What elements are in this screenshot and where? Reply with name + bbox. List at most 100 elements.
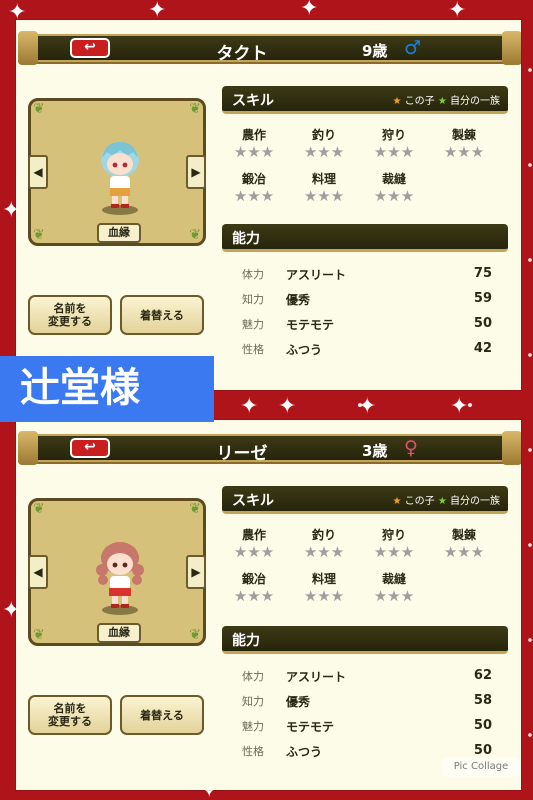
skill-label: 釣り bbox=[311, 128, 336, 142]
character-avatar bbox=[101, 142, 139, 215]
stat-row-stamina: 体力 アスリート 62 bbox=[242, 668, 492, 690]
stat-row-stamina: 体力 アスリート 75 bbox=[242, 266, 492, 288]
header-bar: ↩ タクト 9歳 ♂ bbox=[18, 31, 521, 65]
skill-stars: ★★★ bbox=[303, 587, 345, 605]
skill-label: 鍛冶 bbox=[241, 172, 266, 186]
bloodline-button[interactable]: 血縁 bbox=[97, 223, 141, 243]
skill-stars: ★★★ bbox=[373, 187, 415, 205]
back-arrow-icon: ↩ bbox=[84, 439, 96, 455]
skill-label: 狩り bbox=[381, 528, 406, 542]
sparkle-icon: ✦ bbox=[448, 0, 467, 23]
skill-label: 製錬 bbox=[451, 528, 476, 542]
leaf-icon: ❦ bbox=[189, 227, 201, 243]
header-cap-right bbox=[502, 431, 521, 465]
stat-value: ふつう bbox=[286, 745, 323, 759]
sparkle-icon: ✦ bbox=[148, 0, 167, 23]
skill-label: 狩り bbox=[381, 128, 406, 142]
stat-value: モテモテ bbox=[286, 720, 335, 734]
skill-hunting: 狩り ★★★ bbox=[362, 526, 426, 561]
arrow-right-icon: ▶ bbox=[191, 565, 201, 579]
back-button[interactable]: ↩ bbox=[70, 438, 110, 458]
skill-sewing: 裁縫 ★★★ bbox=[362, 570, 426, 605]
orange-star-icon: ★ bbox=[392, 96, 402, 107]
sparkle-icon: ✦ bbox=[240, 394, 259, 419]
stat-value: 優秀 bbox=[286, 293, 311, 307]
header-cap-left bbox=[18, 31, 38, 65]
skill-label: 製錬 bbox=[451, 128, 476, 142]
skills-title: スキル bbox=[232, 93, 274, 109]
bloodline-button[interactable]: 血縁 bbox=[97, 623, 141, 643]
watermark: Pic Collage bbox=[442, 757, 520, 777]
rename-button[interactable]: 名前を 変更する bbox=[28, 295, 112, 335]
header-cap-left bbox=[18, 431, 38, 465]
character-name: タクト bbox=[216, 44, 268, 64]
skill-label: 料理 bbox=[311, 172, 336, 186]
next-character-button[interactable]: ▶ bbox=[186, 555, 206, 589]
stat-number: 62 bbox=[473, 668, 492, 683]
legend-clan: 自分の一族 bbox=[450, 496, 500, 507]
skill-smelting: 製錬 ★★★ bbox=[432, 526, 496, 561]
change-clothes-button[interactable]: 着替える bbox=[120, 695, 204, 735]
character-age: 9歳 bbox=[362, 42, 388, 60]
stat-row-personality: 性格 ふつう 42 bbox=[242, 341, 492, 363]
skill-stars: ★★★ bbox=[233, 543, 275, 561]
skill-stars: ★★★ bbox=[233, 187, 275, 205]
skill-label: 農作 bbox=[241, 128, 266, 142]
stat-number: 59 bbox=[473, 291, 492, 306]
green-star-icon: ★ bbox=[437, 96, 447, 107]
prev-character-button[interactable]: ◀ bbox=[28, 555, 48, 589]
legend-this-child: この子 bbox=[404, 496, 435, 507]
stat-number: 75 bbox=[473, 266, 492, 281]
skill-stars: ★★★ bbox=[303, 543, 345, 561]
leaf-icon: ❦ bbox=[33, 101, 45, 117]
back-button[interactable]: ↩ bbox=[70, 38, 110, 58]
ability-header: 能力 bbox=[222, 626, 508, 654]
stat-label: 体力 bbox=[242, 268, 264, 281]
skills-title: スキル bbox=[232, 493, 274, 509]
next-character-button[interactable]: ▶ bbox=[186, 155, 206, 189]
skill-label: 鍛冶 bbox=[241, 572, 266, 586]
stat-label: 知力 bbox=[242, 695, 264, 708]
character-panel-2: ↩ リーゼ 3歳 ♀ ❦ ❦ ❦ ❦ ◀ ▶ 血縁 名前を 変更する 着替える … bbox=[16, 420, 521, 790]
skill-farming: 農作 ★★★ bbox=[222, 126, 286, 161]
stat-label: 体力 bbox=[242, 670, 264, 683]
skill-stars: ★★★ bbox=[373, 143, 415, 161]
portrait-frame: ❦ ❦ ❦ ❦ ◀ ▶ 血縁 bbox=[28, 498, 206, 646]
header-bar: ↩ リーゼ 3歳 ♀ bbox=[18, 431, 521, 465]
stat-value: 優秀 bbox=[286, 695, 311, 709]
skill-cooking: 料理 ★★★ bbox=[292, 570, 356, 605]
leaf-icon: ❦ bbox=[33, 627, 45, 643]
orange-star-icon: ★ bbox=[392, 496, 402, 507]
skill-smithing: 鍛冶 ★★★ bbox=[222, 570, 286, 605]
skill-hunting: 狩り ★★★ bbox=[362, 126, 426, 161]
skills-legend: ★ この子 ★ 自分の一族 bbox=[393, 492, 501, 507]
skill-stars: ★★★ bbox=[443, 543, 485, 561]
skill-sewing: 裁縫 ★★★ bbox=[362, 170, 426, 205]
ability-title: 能力 bbox=[232, 633, 260, 649]
skills-header: スキル ★ この子 ★ 自分の一族 bbox=[222, 86, 508, 114]
leaf-icon: ❦ bbox=[33, 501, 45, 517]
change-clothes-button[interactable]: 着替える bbox=[120, 295, 204, 335]
skill-label: 農作 bbox=[241, 528, 266, 542]
character-panel-1: ↩ タクト 9歳 ♂ ❦ ❦ ❦ ❦ ◀ ▶ 血縁 名前を 変更する 着替える … bbox=[16, 20, 521, 390]
leaf-icon: ❦ bbox=[33, 227, 45, 243]
legend-clan: 自分の一族 bbox=[450, 96, 500, 107]
skill-fishing: 釣り ★★★ bbox=[292, 526, 356, 561]
prev-character-button[interactable]: ◀ bbox=[28, 155, 48, 189]
leaf-icon: ❦ bbox=[189, 627, 201, 643]
rename-button[interactable]: 名前を 変更する bbox=[28, 695, 112, 735]
sparkle-icon: ✦ bbox=[450, 394, 469, 419]
leaf-icon: ❦ bbox=[189, 101, 201, 117]
stat-label: 性格 bbox=[242, 343, 264, 356]
skill-stars: ★★★ bbox=[233, 143, 275, 161]
arrow-left-icon: ◀ bbox=[33, 165, 43, 179]
character-name: リーゼ bbox=[216, 444, 268, 464]
stat-label: 魅力 bbox=[242, 318, 264, 331]
skill-cooking: 料理 ★★★ bbox=[292, 170, 356, 205]
ability-title: 能力 bbox=[232, 231, 260, 247]
stat-row-charm: 魅力 モテモテ 50 bbox=[242, 316, 492, 338]
skill-stars: ★★★ bbox=[373, 543, 415, 561]
skill-label: 裁縫 bbox=[381, 572, 406, 586]
stat-value: ふつう bbox=[286, 343, 323, 357]
skill-fishing: 釣り ★★★ bbox=[292, 126, 356, 161]
